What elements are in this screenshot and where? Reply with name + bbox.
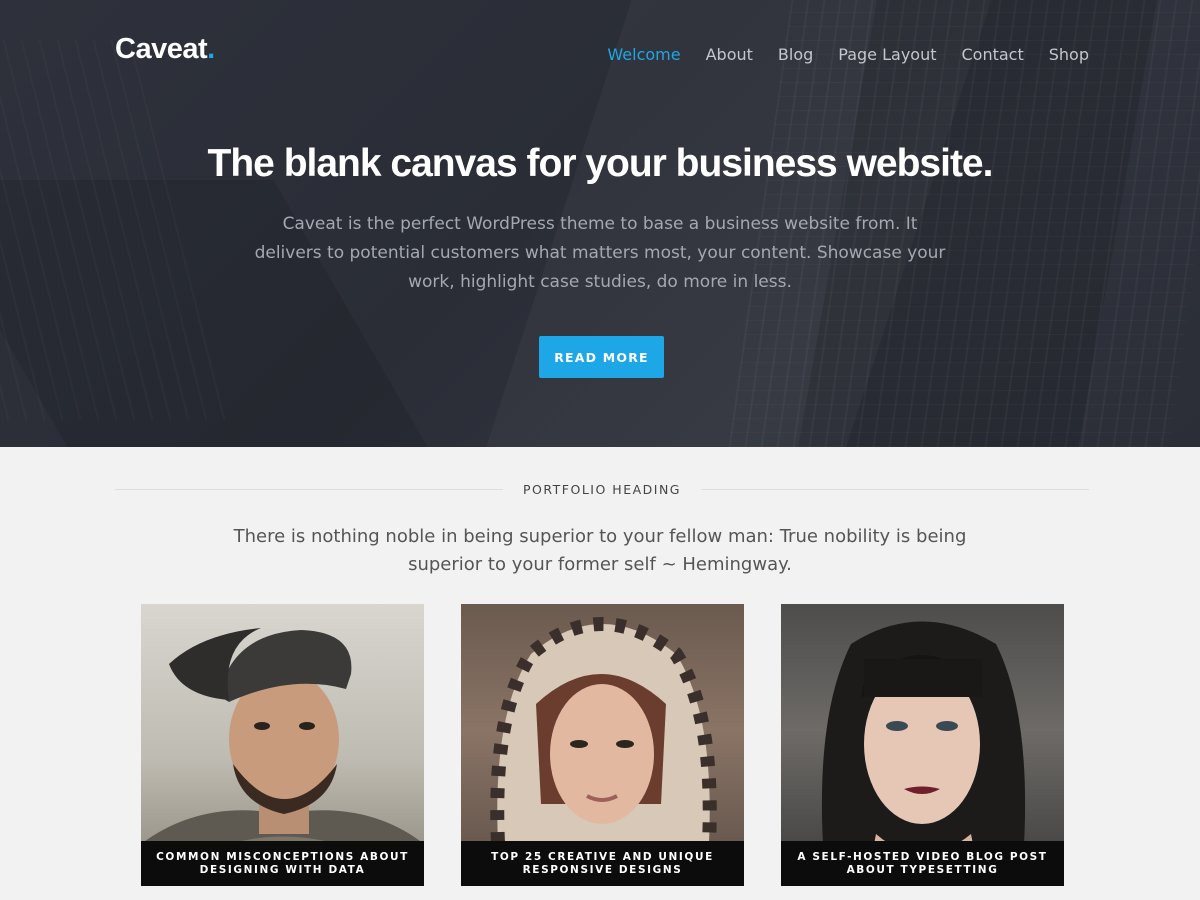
nav-item-about[interactable]: About <box>706 45 753 64</box>
portfolio-quote: There is nothing noble in being superior… <box>233 526 967 575</box>
card-caption: TOP 25 CREATIVE AND UNIQUE RESPONSIVE DE… <box>461 841 744 886</box>
card-caption: A SELF-HOSTED VIDEO BLOG POST ABOUT TYPE… <box>781 841 1064 886</box>
logo-dot: . <box>207 33 215 65</box>
nav-item-welcome[interactable]: Welcome <box>607 45 680 64</box>
hero-title: The blank canvas for your business websi… <box>207 142 994 185</box>
site-logo[interactable]: Caveat. <box>115 33 215 66</box>
hero-section: Caveat. Welcome About Blog Page Layout C… <box>0 0 1200 447</box>
main-nav: Welcome About Blog Page Layout Contact S… <box>607 45 1089 64</box>
nav-item-shop[interactable]: Shop <box>1049 45 1089 64</box>
heading-divider <box>115 488 504 490</box>
portfolio-heading-label: PORTFOLIO HEADING <box>523 481 681 497</box>
portfolio-heading: PORTFOLIO HEADING <box>115 480 1090 498</box>
portfolio-card[interactable]: COMMON MISCONCEPTIONS ABOUT DESIGNING WI… <box>141 604 424 886</box>
portfolio-card[interactable]: A SELF-HOSTED VIDEO BLOG POST ABOUT TYPE… <box>781 604 1064 886</box>
nav-item-contact[interactable]: Contact <box>962 45 1024 64</box>
nav-item-blog[interactable]: Blog <box>778 45 813 64</box>
nav-item-page-layout[interactable]: Page Layout <box>838 45 936 64</box>
logo-text: Caveat <box>115 33 208 65</box>
portfolio-card[interactable]: TOP 25 CREATIVE AND UNIQUE RESPONSIVE DE… <box>461 604 744 886</box>
card-caption: COMMON MISCONCEPTIONS ABOUT DESIGNING WI… <box>141 841 424 886</box>
read-more-button[interactable]: READ MORE <box>539 336 664 378</box>
heading-divider <box>701 488 1090 490</box>
hero-description: Caveat is the perfect WordPress theme to… <box>254 214 946 292</box>
